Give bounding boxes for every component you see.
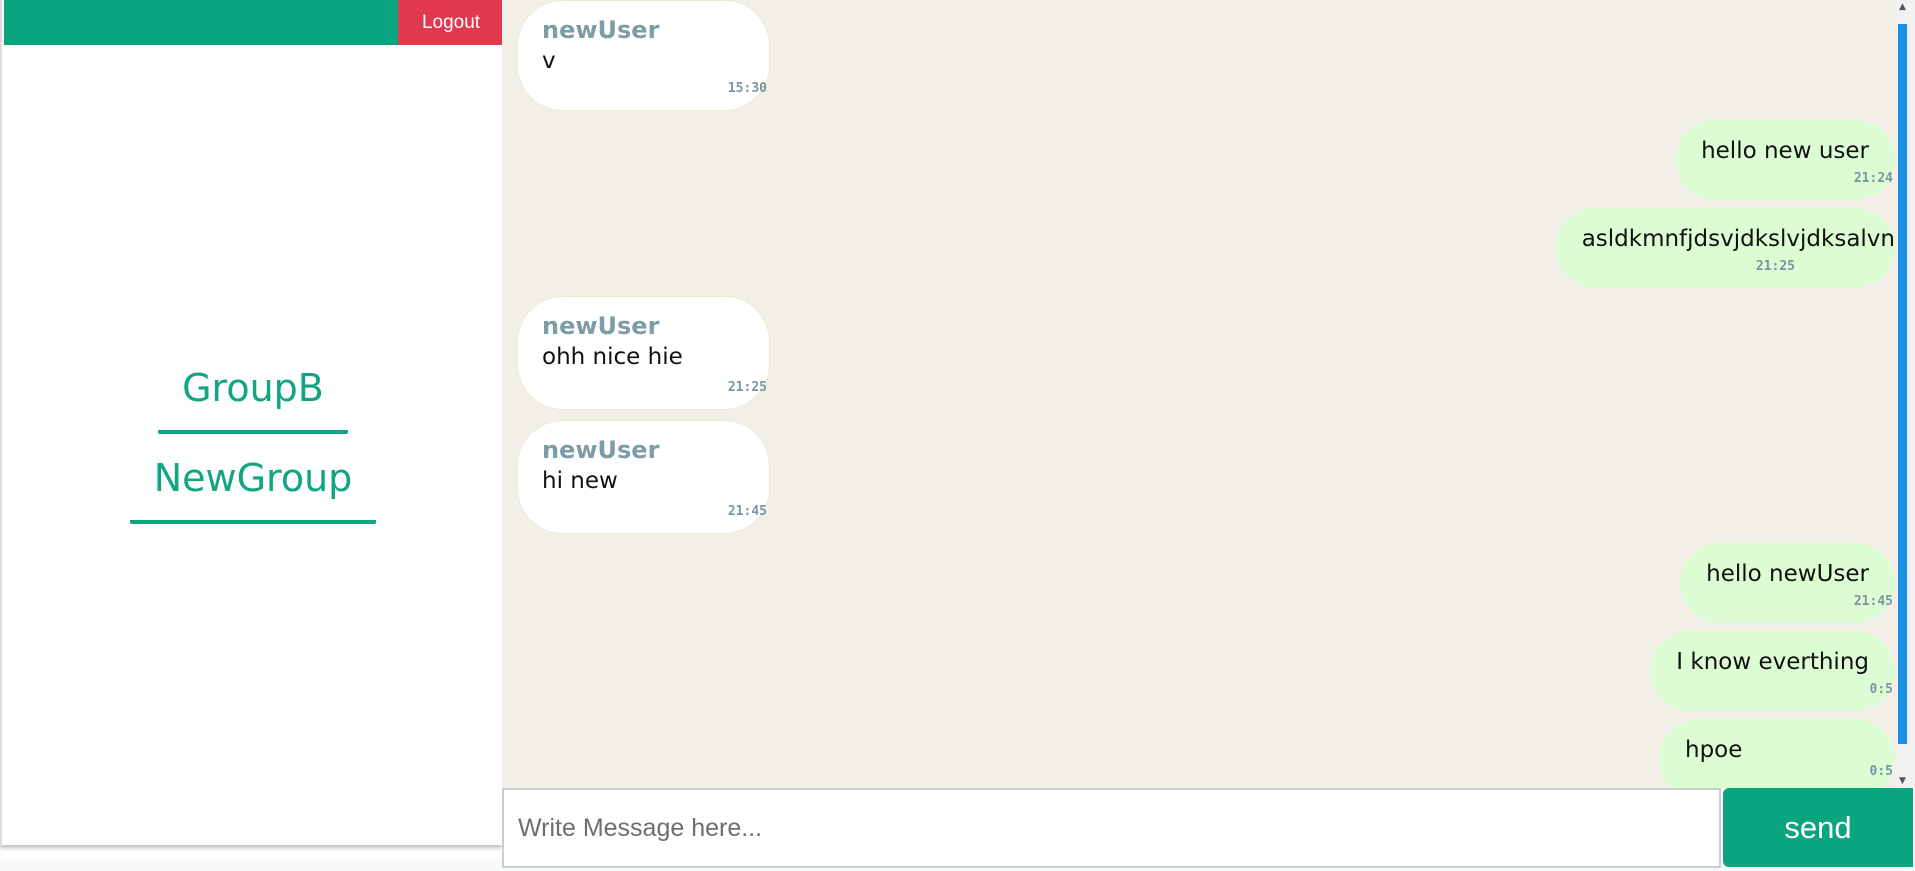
message-sender: newUser — [542, 312, 660, 340]
message-text: hi new — [542, 468, 618, 494]
message-text: asldkmnfjdsvjdkslvjdksalvn — [1581, 226, 1895, 252]
send-button[interactable]: send — [1723, 788, 1913, 867]
message-time: 15:30 — [727, 81, 767, 96]
message-text: hpoe — [1685, 737, 1743, 763]
message-composer: send — [502, 788, 1915, 868]
message-text: ohh nice hie — [542, 344, 683, 370]
sidebar: Logout GroupB NewGroup — [0, 0, 504, 845]
sidebar-header: Logout — [4, 0, 504, 45]
message-sender: newUser — [542, 16, 660, 44]
chat-messages-pane[interactable]: newUser v 15:30 hello new user 21:24 asl… — [502, 0, 1897, 788]
message-time: 21:45 — [727, 504, 767, 519]
message-input[interactable] — [502, 788, 1721, 868]
group-item-groupb[interactable]: GroupB — [158, 358, 348, 434]
message-sent: hello new user 21:24 — [1675, 120, 1895, 200]
group-list: GroupB NewGroup — [2, 358, 504, 538]
message-text: hello newUser — [1706, 561, 1869, 587]
chevron-up-icon[interactable]: ▲ — [1898, 2, 1907, 12]
message-text: I know everthing — [1676, 649, 1869, 675]
message-time: 21:45 — [1853, 594, 1893, 609]
message-received: newUser v 15:30 — [517, 0, 770, 111]
message-time: 21:25 — [727, 380, 767, 395]
message-time: 21:24 — [1853, 171, 1893, 186]
message-sent: hello newUser 21:45 — [1680, 543, 1895, 623]
group-item-newgroup[interactable]: NewGroup — [129, 448, 377, 524]
logout-button[interactable]: Logout — [398, 0, 504, 45]
message-sent: I know everthing 0:5 — [1650, 631, 1895, 711]
message-sender: newUser — [542, 436, 660, 464]
message-text: v — [542, 48, 556, 74]
scrollbar-thumb[interactable] — [1898, 24, 1907, 744]
message-sent: asldkmnfjdsvjdkslvjdksalvn 21:25 — [1555, 208, 1895, 288]
chat-scrollbar[interactable]: ▲ ▼ — [1897, 0, 1915, 788]
message-text: hello new user — [1701, 138, 1869, 164]
message-received: newUser hi new 21:45 — [517, 420, 770, 534]
message-time: 0:5 — [1869, 682, 1893, 697]
message-time: 0:5 — [1869, 764, 1893, 779]
message-sent: hpoe 0:5 — [1659, 719, 1895, 788]
chevron-down-icon[interactable]: ▼ — [1898, 776, 1907, 786]
message-time: 21:25 — [1755, 259, 1795, 274]
message-received: newUser ohh nice hie 21:25 — [517, 296, 770, 410]
